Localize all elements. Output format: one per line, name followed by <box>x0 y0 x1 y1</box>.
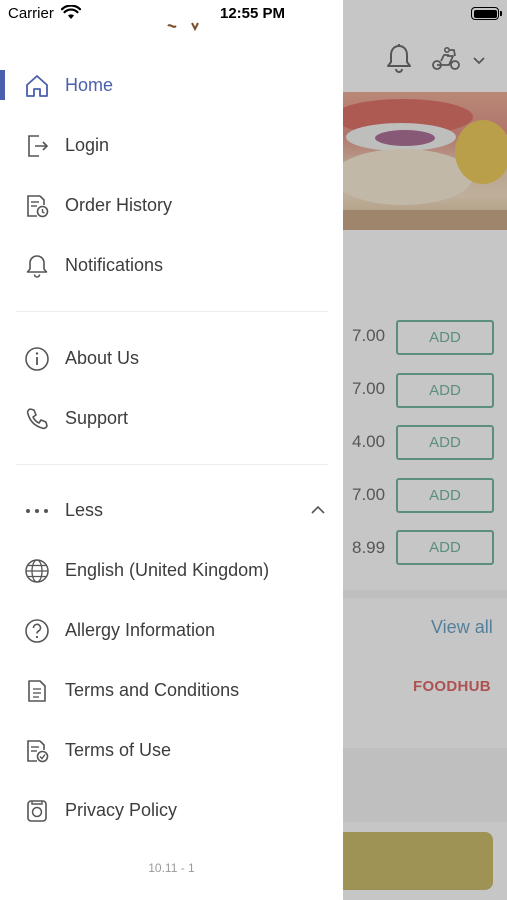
info-icon <box>24 346 50 372</box>
menu-item-support[interactable]: Support <box>0 394 343 444</box>
menu-item-home[interactable]: Home <box>0 61 343 111</box>
order-history-icon <box>24 193 50 219</box>
drawer-overlay-scrim[interactable] <box>343 0 507 900</box>
carrier-label: Carrier <box>8 5 54 22</box>
menu-divider <box>16 311 328 312</box>
menu-item-label: Less <box>65 500 104 520</box>
menu-item-label: Order History <box>65 195 173 215</box>
menu-item-label: Allergy Information <box>65 620 216 640</box>
chevron-up-icon <box>310 503 326 517</box>
question-icon <box>24 618 50 644</box>
menu-item-notifications[interactable]: Notifications <box>0 241 343 291</box>
menu-item-label: Notifications <box>65 255 164 275</box>
menu-item-order-history[interactable]: Order History <box>0 181 343 231</box>
menu-item-language[interactable]: English (United Kingdom) <box>0 546 343 596</box>
menu-item-label: Terms and Conditions <box>65 680 240 700</box>
wifi-icon <box>61 5 81 21</box>
phone-icon <box>24 406 50 432</box>
menu-item-label: English (United Kingdom) <box>65 560 270 580</box>
bell-icon <box>24 253 50 279</box>
privacy-icon <box>24 798 50 824</box>
menu-item-privacy-policy[interactable]: Privacy Policy <box>0 786 343 836</box>
menu-item-label: Support <box>65 408 129 428</box>
menu-item-label: Home <box>65 75 114 95</box>
menu-item-allergy-information[interactable]: Allergy Information <box>0 606 343 656</box>
menu-toggle-less[interactable]: Less <box>0 486 343 536</box>
menu-item-label: Terms of Use <box>65 740 172 760</box>
document-check-icon <box>24 738 50 764</box>
menu-item-label: Login <box>65 135 110 155</box>
menu-item-terms-of-use[interactable]: Terms of Use <box>0 726 343 776</box>
menu-divider <box>16 464 328 465</box>
navigation-drawer: Home Login Order History Notifications A… <box>0 0 343 900</box>
menu-item-about-us[interactable]: About Us <box>0 334 343 384</box>
battery-icon <box>471 7 502 20</box>
document-icon <box>24 678 50 704</box>
app-version: 10.11 - 1 <box>148 861 195 875</box>
menu-item-label: About Us <box>65 348 140 368</box>
login-icon <box>24 133 50 159</box>
globe-icon <box>24 558 50 584</box>
menu-item-login[interactable]: Login <box>0 121 343 171</box>
home-icon <box>24 73 50 99</box>
status-bar: Carrier 12:55 PM <box>0 0 507 28</box>
menu-item-terms-and-conditions[interactable]: Terms and Conditions <box>0 666 343 716</box>
more-dots-icon <box>24 498 50 524</box>
status-time: 12:55 PM <box>220 5 286 22</box>
menu-item-label: Privacy Policy <box>65 800 178 820</box>
